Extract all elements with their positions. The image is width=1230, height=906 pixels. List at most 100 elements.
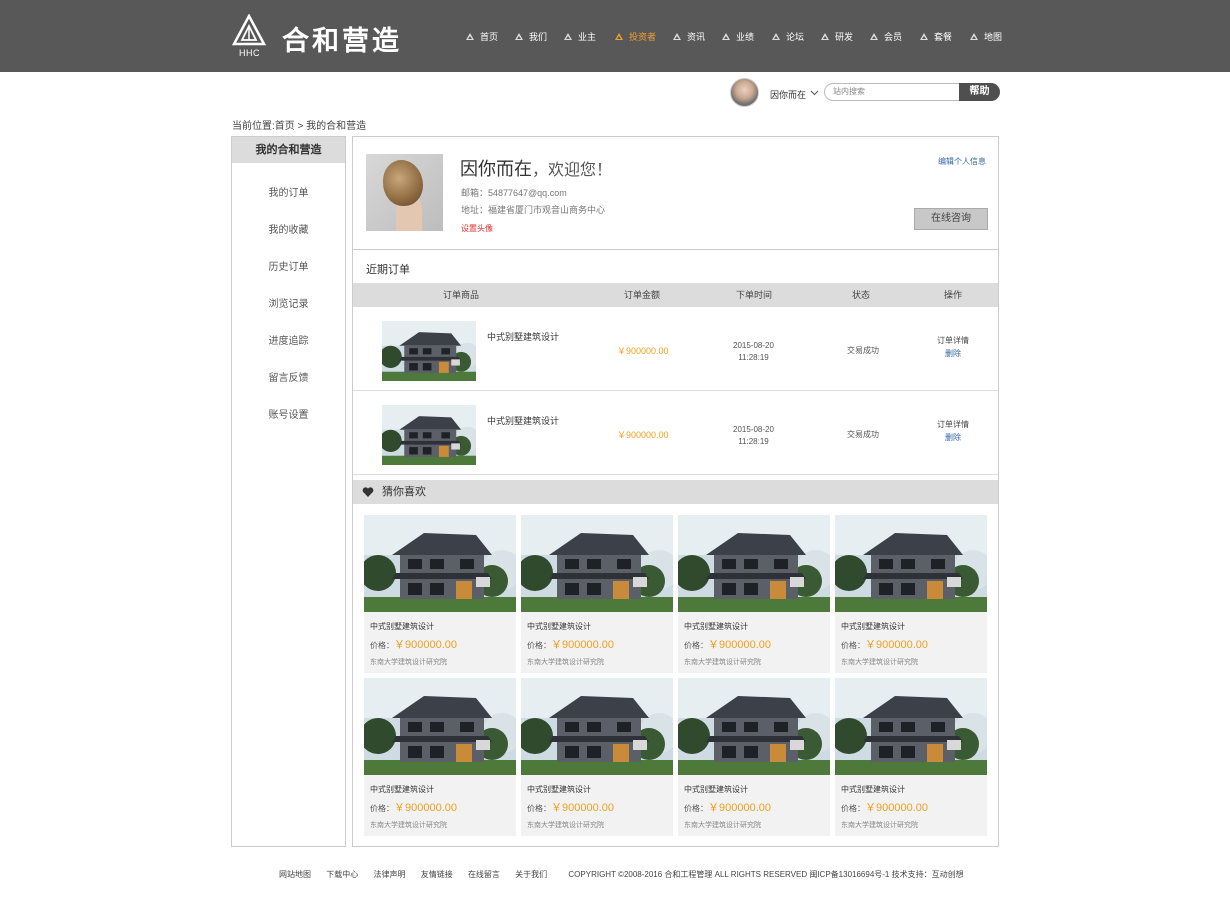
product-thumbnail[interactable]	[382, 321, 476, 381]
column-header: 下单时间	[736, 290, 773, 300]
product-image[interactable]	[678, 678, 830, 775]
product-image[interactable]	[521, 678, 673, 775]
order-time: 2015-08-20 11:28:19	[733, 425, 774, 446]
triangle-icon	[615, 33, 623, 40]
help-button[interactable]: 帮助	[959, 83, 1000, 101]
order-detail-link[interactable]: 订单详情	[937, 418, 969, 431]
product-card[interactable]: 中式别墅建筑设计 价格：￥900000.00 东南大学建筑设计研究院	[678, 678, 830, 836]
footer-link-downloads[interactable]: 下载中心	[326, 870, 358, 879]
product-price: 价格：￥900000.00	[841, 802, 928, 814]
sidebar-item-favorites[interactable]: 我的收藏	[232, 222, 345, 259]
nav-item-about[interactable]: 我们	[515, 30, 547, 43]
footer-link-friends[interactable]: 友情链接	[421, 870, 453, 879]
order-amount: ￥900000.00	[617, 430, 669, 440]
sidebar-item-progress[interactable]: 进度追踪	[232, 333, 345, 370]
sidebar-item-my-orders[interactable]: 我的订单	[232, 185, 345, 222]
nav-item-forum[interactable]: 论坛	[772, 30, 804, 43]
sidebar-title: 我的合和营造	[232, 137, 345, 163]
nav-item-member[interactable]: 会员	[870, 30, 902, 43]
product-image[interactable]	[835, 678, 987, 775]
site-logo[interactable]: HHC 合和营造	[232, 14, 432, 60]
product-price: 价格：￥900000.00	[370, 639, 457, 651]
product-org: 东南大学建筑设计研究院	[527, 822, 604, 829]
footer-link-legal[interactable]: 法律声明	[373, 870, 405, 879]
profile-name: 因你而在	[460, 159, 532, 179]
product-card[interactable]: 中式别墅建筑设计 价格：￥900000.00 东南大学建筑设计研究院	[835, 515, 987, 673]
order-actions: 订单详情 删除	[937, 334, 969, 360]
product-name[interactable]: 中式别墅建筑设计	[370, 621, 434, 632]
main-panel: 因你而在，欢迎您！ 邮箱：54877647@qq.com 地址：福建省厦门市观音…	[352, 136, 999, 847]
product-card[interactable]: 中式别墅建筑设计 价格：￥900000.00 东南大学建筑设计研究院	[678, 515, 830, 673]
nav-item-projects[interactable]: 业绩	[722, 30, 754, 43]
house-illustration	[835, 678, 987, 775]
site-footer: 网站地图 下载中心 法律声明 友情链接 在线留言 关于我们 COPYRIGHT …	[279, 869, 977, 880]
nav-item-news[interactable]: 资讯	[673, 30, 705, 43]
sidebar-item-browse-history[interactable]: 浏览记录	[232, 296, 345, 333]
product-card[interactable]: 中式别墅建筑设计 价格：￥900000.00 东南大学建筑设计研究院	[521, 678, 673, 836]
house-illustration	[382, 321, 476, 381]
product-thumbnail[interactable]	[382, 405, 476, 465]
product-name[interactable]: 中式别墅建筑设计	[684, 621, 748, 632]
online-consult-button[interactable]: 在线咨询	[914, 208, 988, 230]
profile-avatar	[366, 154, 443, 231]
set-avatar-link[interactable]: 设置头像	[461, 223, 493, 234]
product-price: 价格：￥900000.00	[370, 802, 457, 814]
product-image[interactable]	[521, 515, 673, 612]
username[interactable]: 因你而在	[770, 88, 806, 101]
profile-address: 地址：福建省厦门市观音山商务中心	[461, 205, 606, 215]
nav-item-research[interactable]: 研发	[821, 30, 853, 43]
welcome-heading: 因你而在，欢迎您！	[460, 155, 612, 181]
edit-profile-link[interactable]: 编辑个人信息	[938, 156, 986, 167]
sidebar-item-order-history[interactable]: 历史订单	[232, 259, 345, 296]
product-image[interactable]	[364, 678, 516, 775]
product-card[interactable]: 中式别墅建筑设计 价格：￥900000.00 东南大学建筑设计研究院	[521, 515, 673, 673]
product-name[interactable]: 中式别墅建筑设计	[370, 784, 434, 795]
chevron-down-icon[interactable]	[810, 88, 819, 97]
order-product-name[interactable]: 中式别墅建筑设计	[487, 330, 559, 343]
logo-abbr: HHC	[239, 48, 260, 58]
nav-item-investor[interactable]: 投资者	[615, 30, 656, 43]
profile-email: 邮箱：54877647@qq.com	[461, 188, 567, 198]
product-name[interactable]: 中式别墅建筑设计	[527, 784, 591, 795]
order-detail-link[interactable]: 订单详情	[937, 334, 969, 347]
product-image[interactable]	[678, 515, 830, 612]
sidebar-item-feedback[interactable]: 留言反馈	[232, 370, 345, 407]
product-card[interactable]: 中式别墅建筑设计 价格：￥900000.00 东南大学建筑设计研究院	[835, 678, 987, 836]
product-name[interactable]: 中式别墅建筑设计	[841, 784, 905, 795]
product-price: 价格：￥900000.00	[684, 639, 771, 651]
nav-item-package[interactable]: 套餐	[920, 30, 952, 43]
avatar[interactable]	[730, 78, 759, 107]
product-name[interactable]: 中式别墅建筑设计	[527, 621, 591, 632]
column-header: 操作	[944, 290, 963, 300]
order-product-name[interactable]: 中式别墅建筑设计	[487, 414, 559, 427]
product-card[interactable]: 中式别墅建筑设计 价格：￥900000.00 东南大学建筑设计研究院	[364, 678, 516, 836]
sidebar-menu: 我的订单 我的收藏 历史订单 浏览记录 进度追踪 留言反馈 账号设置	[232, 163, 345, 444]
search-input[interactable]: 站内搜索	[824, 83, 960, 101]
footer-link-message[interactable]: 在线留言	[468, 870, 500, 879]
footer-link-about[interactable]: 关于我们	[515, 870, 547, 879]
user-bar: 因你而在 站内搜索 帮助	[730, 78, 1000, 108]
triangle-icon	[722, 33, 730, 40]
column-header: 状态	[852, 290, 871, 300]
nav-item-owner[interactable]: 业主	[564, 30, 596, 43]
order-delete-link[interactable]: 删除	[937, 431, 969, 444]
footer-link-sitemap[interactable]: 网站地图	[279, 870, 311, 879]
orders-table-header: 订单商品 订单金额 下单时间 状态 操作	[353, 283, 998, 307]
triangle-icon	[772, 33, 780, 40]
welcome-text: ，欢迎您！	[532, 162, 613, 179]
nav-item-map[interactable]: 地图	[970, 30, 1002, 43]
product-image[interactable]	[835, 515, 987, 612]
product-price: 价格：￥900000.00	[527, 802, 614, 814]
order-delete-link[interactable]: 删除	[937, 347, 969, 360]
house-illustration	[364, 678, 516, 775]
table-row: 中式别墅建筑设计 ￥900000.00 2015-08-20 11:28:19 交…	[353, 392, 998, 475]
triangle-icon	[564, 33, 572, 40]
product-image[interactable]	[364, 515, 516, 612]
nav-item-home[interactable]: 首页	[466, 30, 498, 43]
sidebar-item-account-settings[interactable]: 账号设置	[232, 407, 345, 444]
product-card[interactable]: 中式别墅建筑设计 价格：￥900000.00 东南大学建筑设计研究院	[364, 515, 516, 673]
product-name[interactable]: 中式别墅建筑设计	[684, 784, 748, 795]
product-name[interactable]: 中式别墅建筑设计	[841, 621, 905, 632]
product-org: 东南大学建筑设计研究院	[370, 822, 447, 829]
house-illustration	[678, 515, 830, 612]
